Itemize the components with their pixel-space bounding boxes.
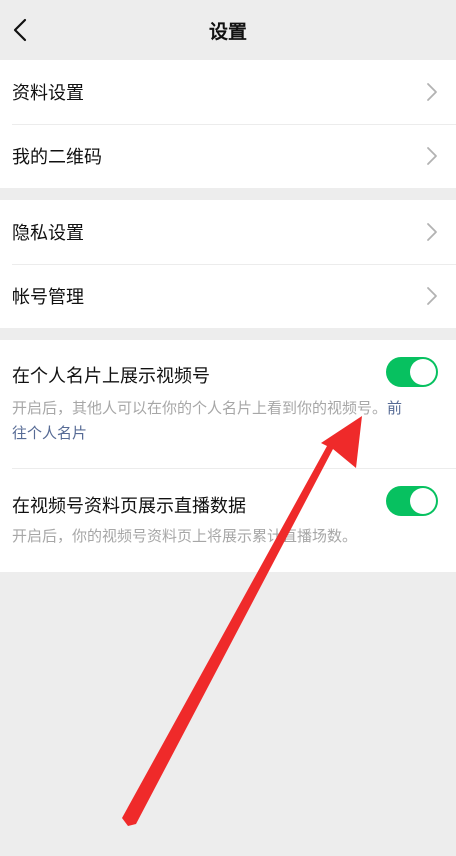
top-bar: 设置 (0, 0, 456, 60)
settings-item-privacy[interactable]: 隐私设置 (0, 200, 456, 264)
chevron-right-icon (427, 83, 437, 101)
toggle-description: 开启后，你的视频号资料页上将展示累计直播场数。 (12, 527, 358, 545)
chevron-right-icon (427, 287, 437, 305)
settings-item-label: 资料设置 (12, 83, 84, 104)
settings-item-label: 我的二维码 (12, 147, 102, 168)
toggle-knob (410, 359, 436, 385)
toggle-title-show-channel-on-card: 在个人名片上展示视频号 (12, 366, 210, 387)
toggle-title-show-live-data: 在视频号资料页展示直播数据 (12, 496, 246, 517)
profile-card-link-start[interactable]: 前 (387, 399, 402, 417)
settings-item-profile[interactable]: 资料设置 (0, 60, 456, 124)
settings-item-account-management[interactable]: 帐号管理 (0, 264, 456, 328)
settings-group-channels: 在个人名片上展示视频号 开启后，其他人可以在你的个人名片上看到你的视频号。前往个… (0, 340, 456, 572)
toggle-knob (410, 488, 436, 514)
page-title: 设置 (208, 21, 247, 43)
settings-group-profile: 资料设置 我的二维码 (0, 60, 456, 188)
toggle-description-text: 开启后，其他人可以在你的个人名片上看到你的视频号。 (12, 399, 388, 417)
divider (12, 468, 456, 469)
settings-item-label: 隐私设置 (12, 223, 84, 244)
toggle-show-live-data[interactable] (386, 486, 438, 516)
chevron-right-icon (427, 147, 437, 165)
settings-group-account: 隐私设置 帐号管理 (0, 200, 456, 328)
settings-item-qrcode[interactable]: 我的二维码 (0, 124, 456, 188)
settings-item-label: 帐号管理 (12, 287, 84, 308)
profile-card-link[interactable]: 往个人名片 (12, 424, 87, 442)
toggle-description: 开启后，其他人可以在你的个人名片上看到你的视频号。前往个人名片 (12, 396, 432, 446)
toggle-show-channel-on-card[interactable] (386, 357, 438, 387)
chevron-right-icon (427, 223, 437, 241)
